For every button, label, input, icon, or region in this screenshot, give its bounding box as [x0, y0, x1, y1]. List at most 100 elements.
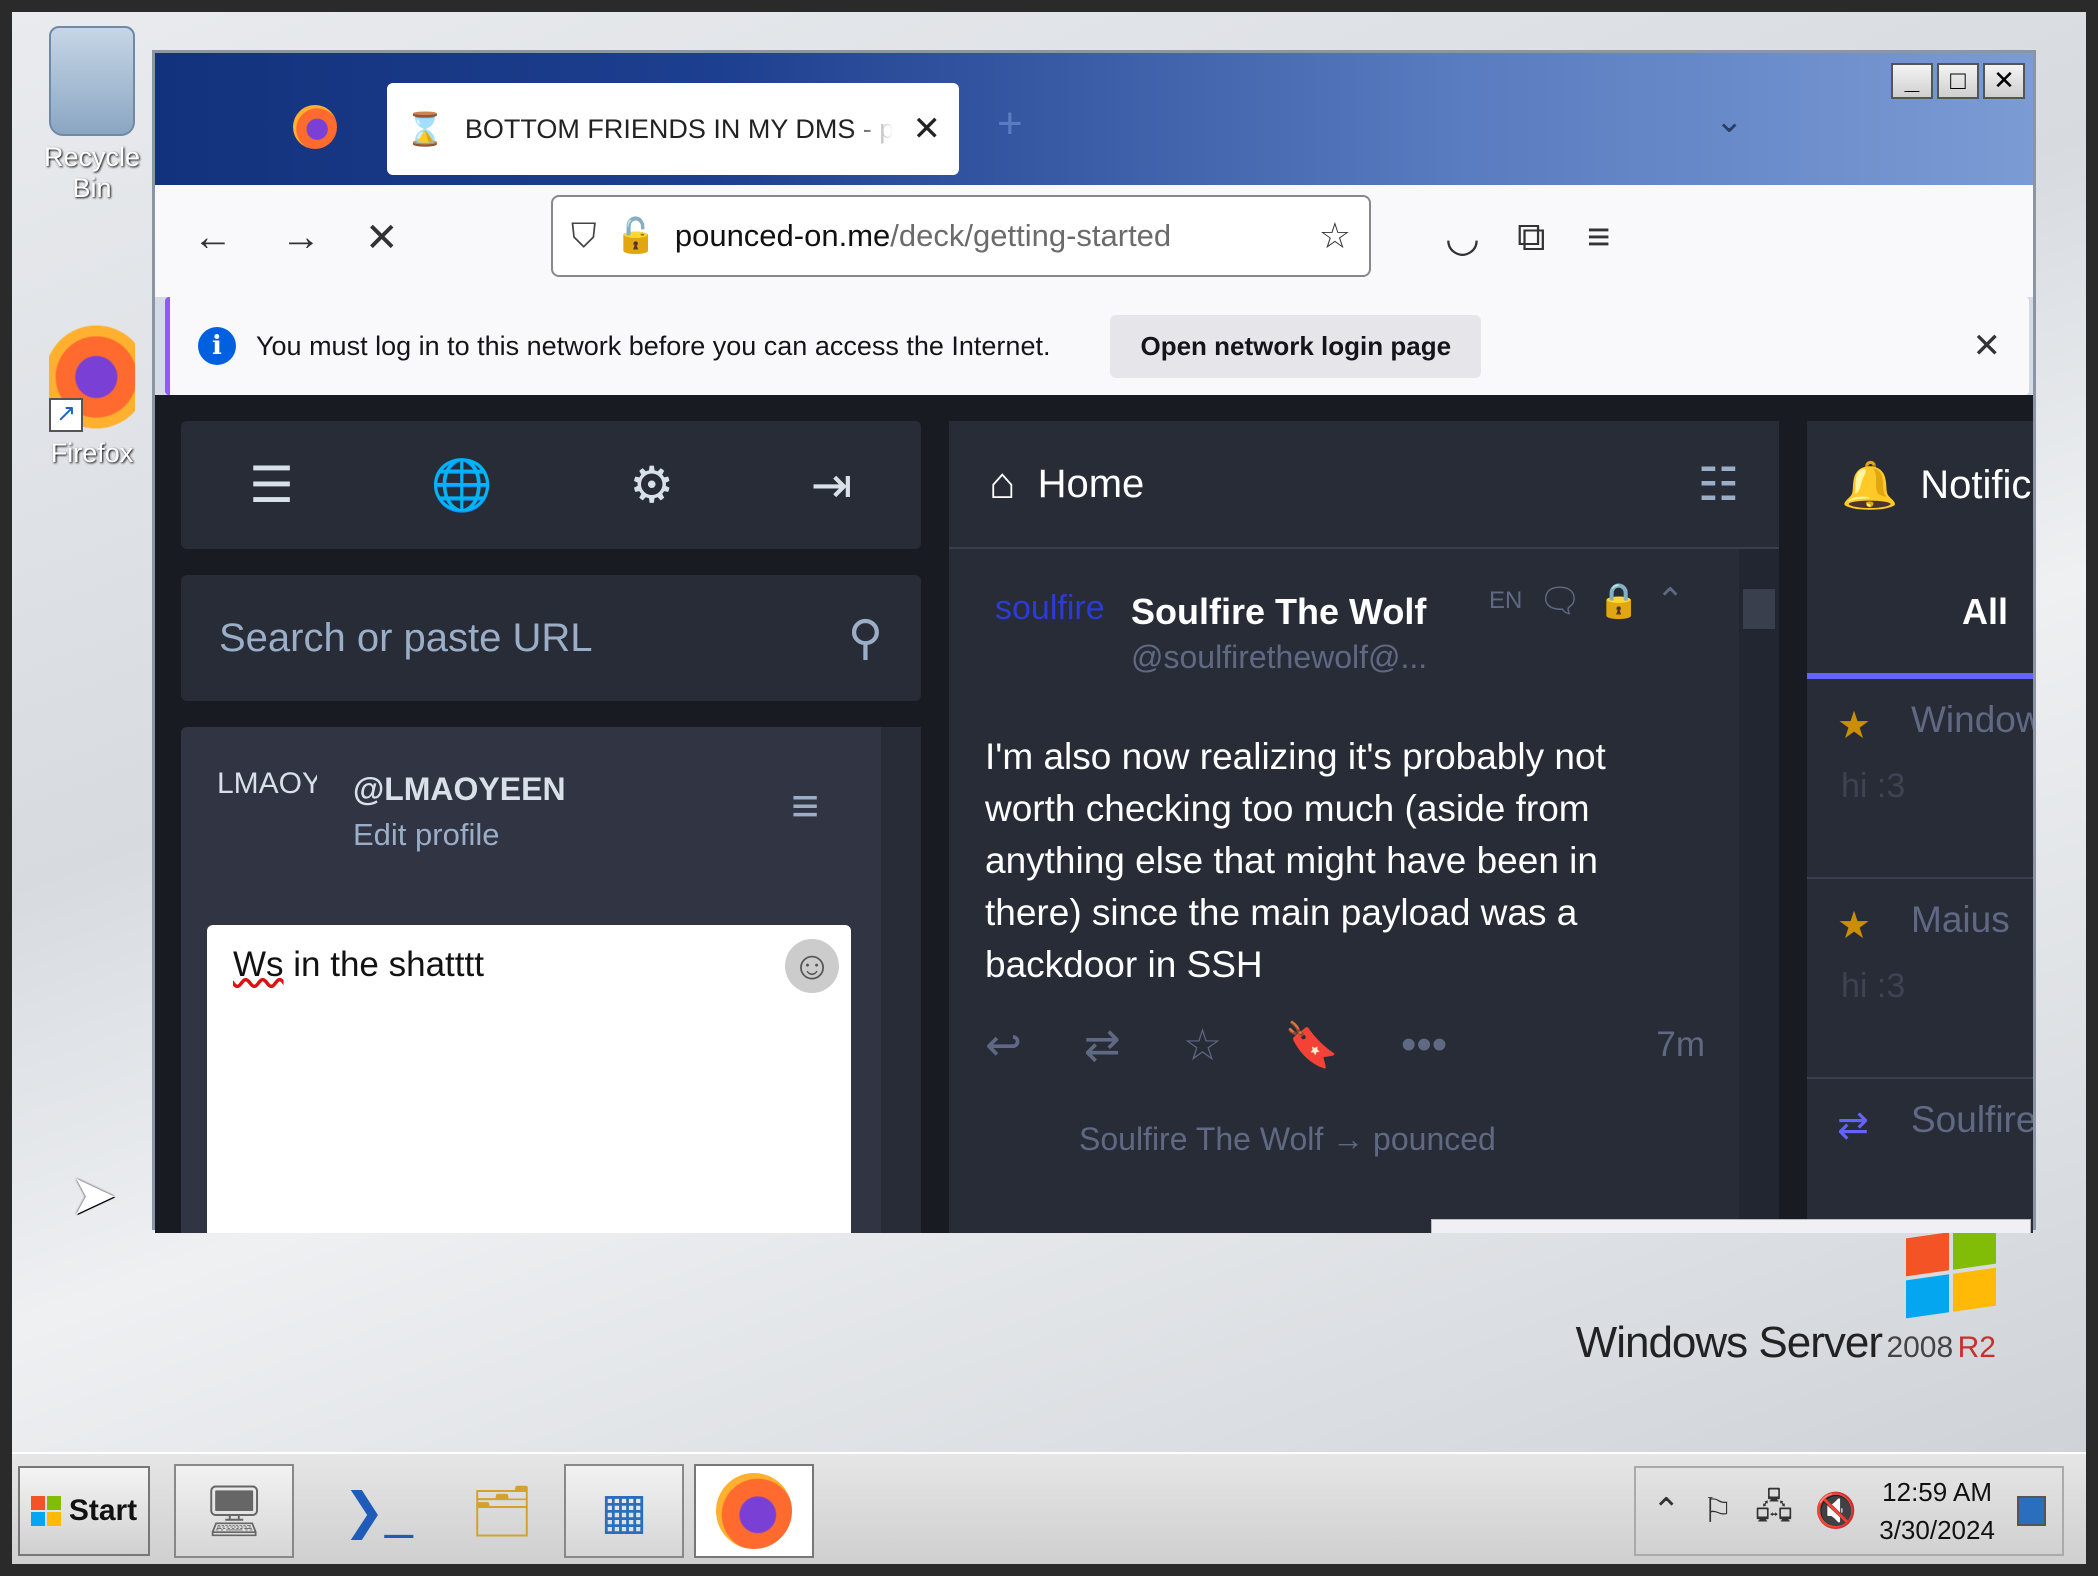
explorer-taskbar-button[interactable]: 🗂	[442, 1464, 562, 1558]
recycle-bin-shortcut[interactable]: Recycle Bin	[32, 26, 152, 204]
start-label: Start	[68, 1494, 138, 1527]
menu-hamburger-icon[interactable]: ☰	[249, 456, 294, 514]
status-actions: ↩ ⇄ ☆ 🔖 ••• 7m	[985, 1019, 1705, 1071]
account-menu-icon[interactable]: ≡	[791, 779, 819, 834]
search-icon[interactable]: ⚲	[848, 610, 883, 666]
notification-account[interactable]: Maius	[1911, 899, 2010, 941]
maximize-button[interactable]: □	[1937, 63, 1979, 99]
edit-profile-link[interactable]: Edit profile	[353, 817, 499, 853]
start-button[interactable]: Start	[18, 1466, 150, 1556]
emoji-picker-icon[interactable]: ☺	[785, 939, 839, 993]
close-notification-icon[interactable]: ✕	[1973, 326, 2002, 366]
status-post[interactable]: soulfire Soulfire The Wolf @soulfirethew…	[949, 549, 1729, 1109]
favourite-star-icon[interactable]: ☆	[1183, 1020, 1222, 1071]
status-timestamp[interactable]: 7m	[1656, 1025, 1705, 1065]
notification-account[interactable]: Soulfire	[1911, 1099, 2033, 1141]
tab-list-chevron-icon[interactable]: ⌄	[1715, 101, 1744, 141]
compose-textarea[interactable]: Ws in the shatttt ☺	[207, 925, 851, 1233]
column-settings-icon[interactable]: ☷	[1698, 457, 1739, 511]
compose-misspelled-word: Ws	[233, 945, 284, 984]
pocket-icon[interactable]: ◡	[1445, 215, 1480, 261]
reply-all-icon[interactable]: ↩	[985, 1020, 1022, 1071]
control-panel-icon: ▦	[600, 1483, 648, 1539]
minimize-button[interactable]: _	[1891, 63, 1933, 99]
url-domain: pounced-on.me	[674, 218, 891, 253]
control-panel-taskbar-button[interactable]: ▦	[564, 1464, 684, 1558]
stop-loading-icon[interactable]: ✕	[365, 215, 399, 261]
compose-scrollbar[interactable]	[881, 727, 921, 1233]
tracking-shield-icon[interactable]: ⛉	[571, 217, 597, 256]
compose-text: in the shatttt	[283, 945, 484, 984]
status-avatar[interactable]: soulfire	[995, 589, 1105, 628]
show-hidden-icons-chevron-icon[interactable]: ⌃	[1652, 1491, 1681, 1531]
bookmark-icon[interactable]: 🔖	[1284, 1019, 1339, 1071]
firefox-icon: ↗	[49, 322, 135, 432]
notification-account[interactable]: Windows	[1911, 699, 2033, 741]
avatar[interactable]: LMAOYEEN	[217, 767, 317, 801]
more-options-icon[interactable]: •••	[1401, 1020, 1447, 1070]
tab-close-icon[interactable]: ✕	[913, 109, 942, 149]
open-login-page-button[interactable]: Open network login page	[1110, 314, 1482, 378]
favourite-star-icon: ★	[1837, 705, 1872, 747]
drawer-navigation: ☰ 🌐 ⚙ ⇥	[181, 421, 921, 549]
notifications-column: 🔔 Notifications All ★ Windows hi :3 ★ Ma…	[1807, 421, 2033, 1233]
shortcut-arrow-icon: ↗	[49, 398, 83, 432]
loading-hourglass-icon: ⌛	[405, 111, 445, 147]
notifications-title: Notifications	[1920, 462, 2033, 507]
clock[interactable]: 12:59 AM 3/30/2024	[1879, 1473, 1995, 1549]
logout-icon[interactable]: ⇥	[811, 456, 853, 514]
firefox-view-icon[interactable]	[293, 105, 337, 149]
boost-icon: ⇄	[1837, 1105, 1869, 1147]
server-manager-taskbar-button[interactable]: 🖥	[174, 1464, 294, 1558]
filter-all-tab[interactable]: All	[1962, 591, 2008, 633]
boost-icon[interactable]: ⇄	[1084, 1020, 1121, 1071]
firefox-desktop-shortcut[interactable]: ↗ Firefox	[32, 322, 152, 469]
show-desktop-icon[interactable]	[2016, 1496, 2046, 1526]
collapse-chevron-icon[interactable]: ⌃	[1656, 581, 1685, 621]
mouse-pointer-icon: ➤	[70, 1163, 117, 1226]
clock-date: 3/30/2024	[1879, 1515, 1995, 1545]
notification-item[interactable]: ★ Windows hi :3	[1807, 679, 2033, 879]
bookmark-star-icon[interactable]: ☆	[1319, 215, 1351, 257]
search-placeholder: Search or paste URL	[219, 615, 593, 660]
globe-icon[interactable]: 🌐	[431, 456, 493, 515]
tab-active[interactable]: ⌛ BOTTOM FRIENDS IN MY DMS - pounced-on.…	[387, 83, 959, 175]
home-column-header[interactable]: ⌂ Home ☷	[949, 421, 1779, 549]
notifications-header[interactable]: 🔔 Notifications	[1807, 421, 2033, 549]
extensions-puzzle-icon[interactable]: ⧉	[1517, 215, 1546, 260]
forward-arrow-icon[interactable]: →	[281, 215, 321, 260]
action-center-flag-icon[interactable]: ⚐	[1703, 1491, 1733, 1531]
account-handle[interactable]: @LMAOYEEN	[353, 771, 566, 808]
close-window-button[interactable]: ✕	[1983, 63, 2025, 99]
url-bar[interactable]: ⛉ 🔓 pounced-on.me/deck/getting-started ☆	[551, 195, 1371, 277]
cogs-icon[interactable]: ⚙	[629, 456, 674, 514]
bell-icon: 🔔	[1841, 458, 1899, 511]
loading-status-tooltip: Waiting for pouncedon.azureedge.net...	[1431, 1219, 2031, 1233]
thread-icon: 🗨	[1538, 582, 1582, 620]
back-arrow-icon[interactable]: ←	[193, 215, 233, 260]
insecure-lock-icon[interactable]: 🔓	[615, 216, 657, 256]
home-scrollbar-thumb[interactable]	[1743, 589, 1775, 629]
firefox-icon	[716, 1473, 792, 1549]
notification-item[interactable]: ⇄ Soulfire	[1807, 1079, 2033, 1233]
firefox-shortcut-label: Firefox	[50, 438, 134, 468]
navigation-toolbar: ← → ✕ ⛉ 🔓 pounced-on.me/deck/getting-sta…	[155, 185, 2033, 297]
powershell-taskbar-button[interactable]: ❯_	[318, 1464, 438, 1558]
windows-flag-icon	[1906, 1225, 1996, 1319]
tab-title: BOTTOM FRIENDS IN MY DMS - pounced-on.me	[464, 113, 893, 144]
search-input[interactable]: Search or paste URL ⚲	[181, 575, 921, 701]
status-display-name[interactable]: Soulfire The Wolf	[1131, 591, 1426, 633]
app-menu-hamburger-icon[interactable]: ≡	[1587, 215, 1610, 260]
home-icon: ⌂	[989, 459, 1016, 508]
url-text[interactable]: pounced-on.me/deck/getting-started	[675, 218, 1301, 254]
status-handle[interactable]: @soulfirethewolf@...	[1131, 639, 1427, 676]
firefox-taskbar-button[interactable]	[694, 1464, 814, 1558]
volume-muted-icon[interactable]: 🔇	[1815, 1491, 1857, 1531]
network-icon[interactable]: 🖧	[1755, 1483, 1793, 1540]
private-lock-icon: 🔒	[1597, 582, 1640, 620]
notification-item[interactable]: ★ Maius hi :3	[1807, 879, 2033, 1079]
new-tab-plus-icon[interactable]: +	[997, 99, 1023, 149]
os-name: Windows Server	[1575, 1318, 1883, 1367]
home-scrollbar[interactable]	[1739, 549, 1779, 1233]
compose-panel: LMAOYEEN @LMAOYEEN Edit profile ≡ Ws in …	[181, 727, 921, 1233]
